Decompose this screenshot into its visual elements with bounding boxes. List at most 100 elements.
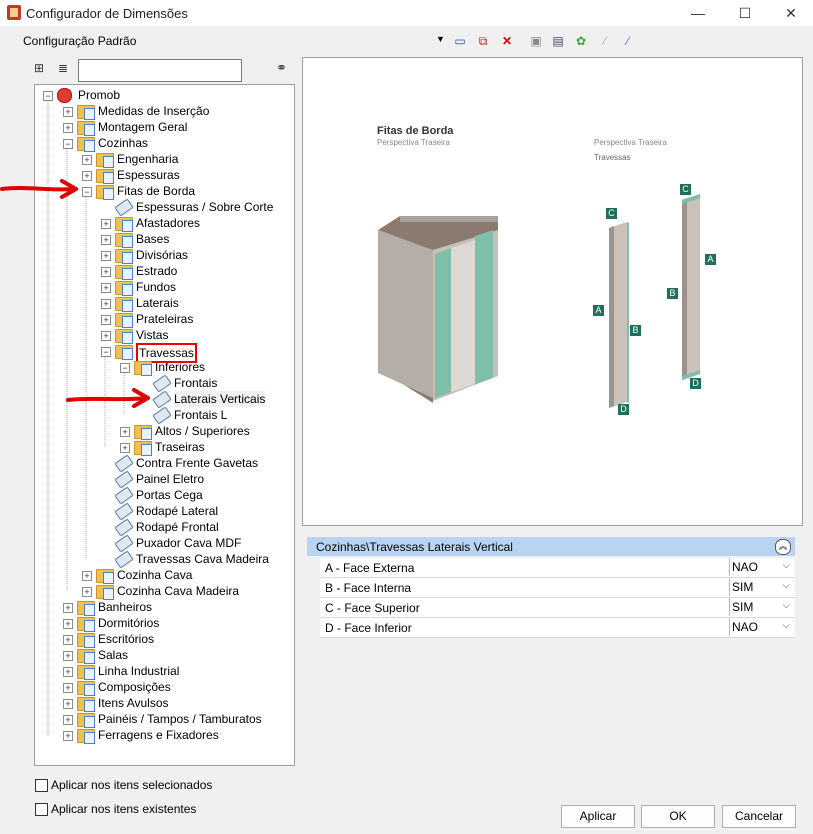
expand-toggle-icon[interactable]: + [120,427,130,437]
tree-label: Frontais [174,376,218,390]
property-value-select[interactable]: SIM ⌵ [729,598,794,616]
ok-button[interactable]: OK [641,805,715,828]
property-value: NAO [732,560,759,574]
folder-icon [77,728,95,744]
config-select[interactable]: Configuração Padrão [23,34,136,48]
rename-icon[interactable]: ▭ [451,32,469,50]
tree-label: Salas [98,648,129,662]
chevron-down-icon[interactable]: ▼ [436,34,445,44]
expand-toggle-icon[interactable]: + [82,155,92,165]
collapse-icon[interactable]: ︽ [775,539,791,555]
window-title: Configurador de Dimensões [26,6,188,21]
expand-toggle-icon[interactable]: + [82,571,92,581]
marker-b-2: B [667,288,678,299]
expand-toggle-icon[interactable]: + [101,283,111,293]
property-label: C - Face Superior [325,601,420,615]
property-value-select[interactable]: NAO ⌵ [729,558,794,576]
tree-label: Espessuras [117,168,180,182]
expand-toggle-icon[interactable]: + [101,235,111,245]
apply-existing-checkbox[interactable] [35,803,48,816]
folder-icon [115,328,133,344]
expand-toggle-icon[interactable]: + [101,315,111,325]
expand-toggle-icon[interactable]: + [63,635,73,645]
wand-disabled-icon[interactable]: ⁄ [596,32,614,50]
expand-toggle-icon[interactable]: + [63,123,73,133]
marker-d-2: D [690,378,701,389]
tree-label: Contra Frente Gavetas [136,456,259,470]
folder-icon [115,312,133,328]
maximize-button[interactable]: ☐ [722,0,768,26]
cancel-button[interactable]: Cancelar [722,805,796,828]
folder-icon [115,232,133,248]
expand-toggle-icon[interactable]: + [63,715,73,725]
expand-toggle-icon[interactable]: + [82,587,92,597]
wand-icon[interactable]: ⁄ [619,32,637,50]
tree-label: Vistas [136,328,169,342]
minimize-button[interactable]: — [675,0,721,26]
folder-icon [96,568,114,584]
title-bar: Configurador de Dimensões — ☐ ✕ [0,0,813,26]
expand-toggle-icon[interactable]: + [63,683,73,693]
folder-icon [115,248,133,264]
collapse-toggle-icon[interactable]: − [82,187,92,197]
expand-toggle-icon[interactable]: + [63,107,73,117]
property-row: B - Face Interna SIM ⌵ [320,578,795,598]
folder-icon [96,184,114,200]
expand-toggle-icon[interactable]: + [101,299,111,309]
app-icon [7,5,21,20]
chevron-down-icon[interactable]: ⌵ [782,600,790,611]
tree-label: Montagem Geral [98,120,188,134]
folder-icon [77,600,95,616]
apply-button[interactable]: Aplicar [561,805,635,828]
save-icon[interactable]: ▣ [527,32,545,50]
expand-toggle-icon[interactable]: + [63,651,73,661]
tree-label: Cozinha Cava [117,568,193,582]
tree-search-input[interactable] [78,59,242,82]
tree-label: Painéis / Tampos / Tamburatos [98,712,262,726]
tree-label: Espessuras / Sobre Corte [136,200,274,214]
tree-label: Inferiores [155,360,206,374]
collapse-tree-icon[interactable]: ≣ [58,61,68,75]
folder-icon [115,216,133,232]
binoculars-icon[interactable]: ⚭ [276,60,287,76]
collapse-toggle-icon[interactable]: − [43,91,53,101]
folder-icon [77,712,95,728]
tree-label: Fundos [136,280,177,294]
marker-a-1: A [593,305,604,316]
expand-toggle-icon[interactable]: + [63,619,73,629]
expand-toggle-icon[interactable]: + [101,219,111,229]
expand-toggle-icon[interactable]: + [82,171,92,181]
chevron-down-icon[interactable]: ⌵ [782,580,790,591]
export-icon[interactable]: ▤ [549,32,567,50]
property-value-select[interactable]: NAO ⌵ [729,618,794,636]
tree-label: Ferragens e Fixadores [98,728,219,742]
marker-d-1: D [618,404,629,415]
expand-toggle-icon[interactable]: + [101,331,111,341]
folder-icon [77,648,95,664]
tree-label: Promob [78,88,121,102]
collapse-toggle-icon[interactable]: − [101,347,111,357]
collapse-toggle-icon[interactable]: − [120,363,130,373]
expand-toggle-icon[interactable]: + [63,667,73,677]
expand-toggle-icon[interactable]: + [101,267,111,277]
folder-icon [77,632,95,648]
tree-label: Fitas de Borda [117,184,196,198]
expand-tree-icon[interactable]: ⊞ [34,61,44,75]
collapse-toggle-icon[interactable]: − [63,139,73,149]
tree-label: Itens Avulsos [98,696,169,710]
property-value-select[interactable]: SIM ⌵ [729,578,794,596]
copy-config-icon[interactable]: ⧉ [474,32,492,50]
chevron-down-icon[interactable]: ⌵ [782,560,790,571]
annotation-arrow-laterais [66,388,150,408]
delete-icon[interactable]: ✕ [498,32,516,50]
expand-toggle-icon[interactable]: + [101,251,111,261]
expand-toggle-icon[interactable]: + [120,443,130,453]
expand-toggle-icon[interactable]: + [63,731,73,741]
apply-selected-checkbox[interactable] [35,779,48,792]
close-button[interactable]: ✕ [768,0,813,26]
chevron-down-icon[interactable]: ⌵ [782,620,790,631]
expand-toggle-icon[interactable]: + [63,699,73,709]
folder-icon [96,152,114,168]
expand-toggle-icon[interactable]: + [63,603,73,613]
settings-check-icon[interactable]: ✿ [572,32,590,50]
